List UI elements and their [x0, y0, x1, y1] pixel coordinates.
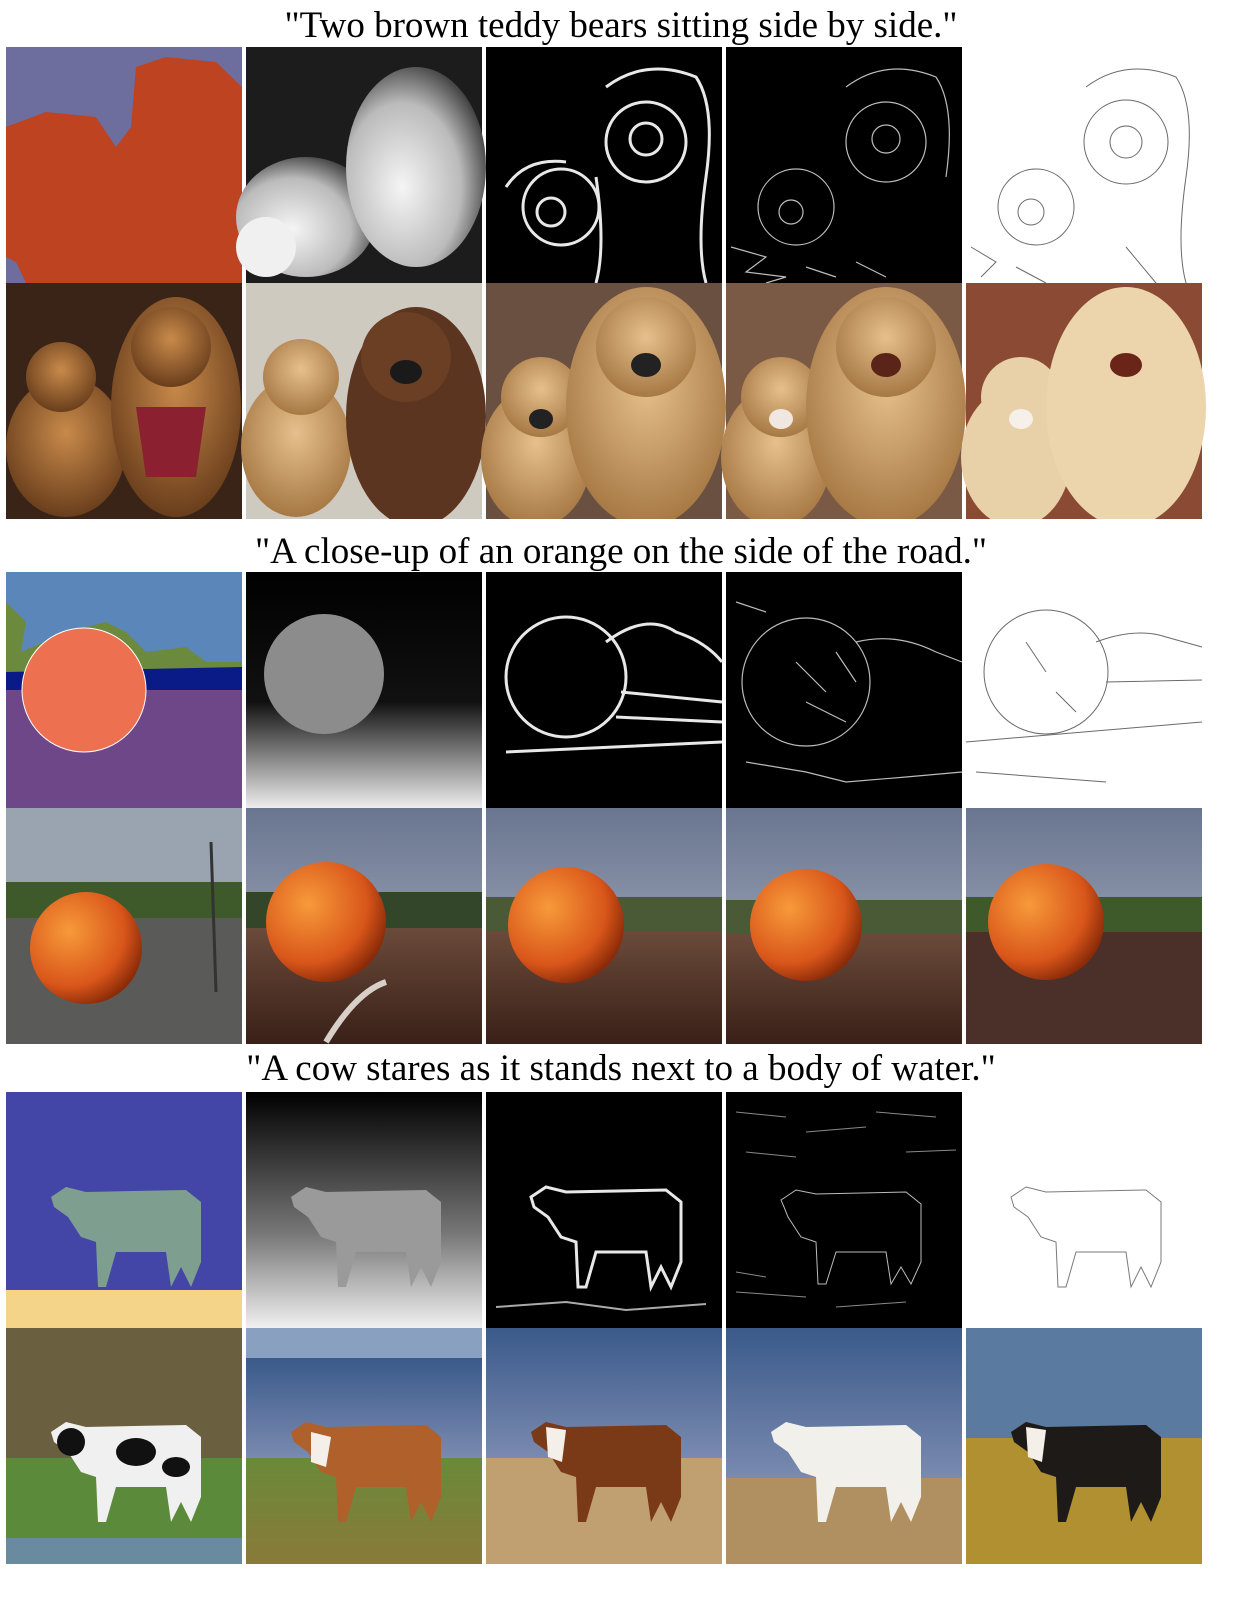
caption-cow: "A cow stares as it stands next to a bod…: [246, 1048, 996, 1089]
orange-generated-4: [726, 808, 962, 1044]
cow-segmentation-map: [6, 1092, 242, 1328]
cow-grid: [6, 1092, 1202, 1564]
orange-hed-edges: [486, 572, 724, 808]
bear-generated-4: [721, 283, 966, 519]
orange-grid: [6, 572, 1203, 1044]
bear-sketch: [966, 47, 1202, 284]
bear-generated-3: [481, 283, 726, 519]
panel-teddy-bears: [6, 47, 1242, 519]
cow-generated-1: [6, 1328, 242, 1564]
cow-depth-map: [246, 1092, 482, 1328]
bear-generated-2: [241, 283, 486, 519]
cow-generated-2: [246, 1328, 482, 1564]
cow-canny-edges: [726, 1092, 962, 1328]
orange-canny-edges: [726, 572, 963, 808]
bear-canny-edges: [726, 47, 962, 284]
orange-generated-5: [966, 808, 1202, 1044]
bear-segmentation-map: [6, 47, 242, 283]
cow-hed-edges: [486, 1092, 722, 1328]
orange-generated-3: [486, 808, 722, 1044]
cow-generated-4: [726, 1328, 962, 1564]
bear-depth-map: [236, 47, 486, 283]
orange-segmentation-map: [6, 572, 242, 808]
bear-hed-edges: [486, 47, 722, 284]
bear-generated-1: [6, 283, 242, 519]
cow-generated-3: [486, 1328, 722, 1564]
teddy-bears-grid: [6, 47, 1206, 519]
caption-teddy-bears: "Two brown teddy bears sitting side by s…: [284, 5, 958, 46]
orange-generated-2: [246, 808, 482, 1044]
panel-cow: [6, 1092, 1242, 1564]
orange-sketch: [965, 572, 1203, 808]
caption-orange: "A close-up of an orange on the side of …: [255, 531, 987, 572]
panel-orange: [6, 572, 1242, 1044]
cow-generated-5: [966, 1328, 1202, 1564]
cow-sketch: [966, 1092, 1202, 1328]
orange-generated-1: [6, 808, 242, 1044]
orange-depth-map: [246, 572, 482, 808]
bear-generated-5: [961, 283, 1206, 519]
